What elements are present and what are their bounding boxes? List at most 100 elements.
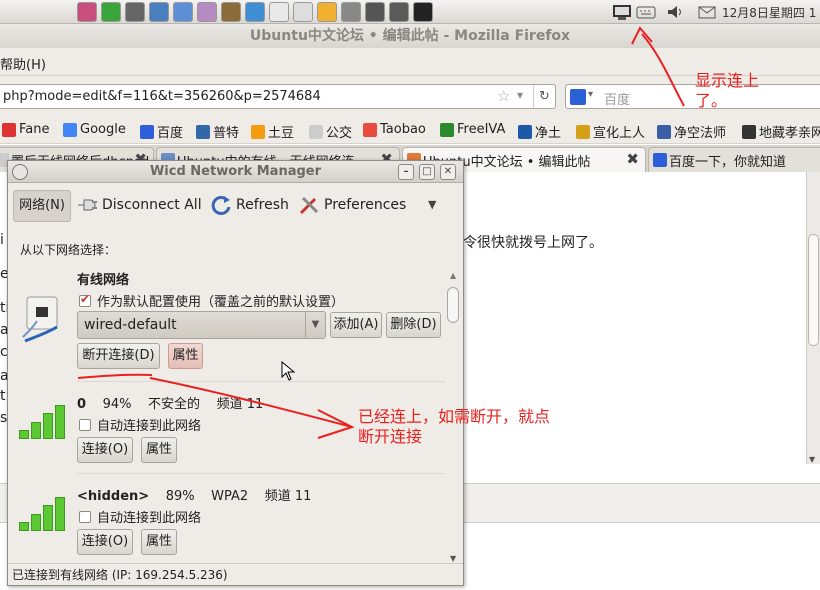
volume-icon[interactable]	[665, 3, 685, 21]
bookmark-3[interactable]: 普特	[196, 122, 239, 141]
baidu-engine-icon[interactable]: 🐾	[570, 89, 586, 105]
ethernet-icon	[22, 296, 58, 343]
tab-baidu[interactable]: 百度一下，你就知道	[648, 147, 820, 172]
add-profile-button[interactable]: 添加(A)	[330, 312, 382, 338]
default-profile-checkbox[interactable]: 作为默认配置使用（覆盖之前的默认设置）	[79, 291, 344, 310]
network-info: 0 94% 不安全的 频道 11	[77, 393, 263, 412]
console-icon[interactable]	[413, 2, 433, 22]
checkbox-box[interactable]	[79, 292, 91, 307]
channel: 频道 11	[264, 489, 312, 504]
bookmark-icon	[140, 124, 154, 139]
close-icon[interactable]: ✕	[440, 164, 456, 180]
app-icon[interactable]	[77, 2, 97, 22]
bookmark-8[interactable]: 净土	[518, 122, 561, 141]
wireless-properties-button[interactable]: 属性	[141, 529, 177, 555]
autoconnect-checkbox[interactable]: 自动连接到此网络	[79, 507, 201, 526]
photo-icon[interactable]	[149, 2, 169, 22]
bookmark-icon	[309, 124, 323, 139]
bookmark-icon	[363, 122, 377, 137]
search-placeholder: 百度	[604, 93, 631, 108]
monitor-icon[interactable]	[389, 2, 409, 22]
bookmark-icon	[440, 122, 454, 137]
search-bar[interactable]: 🐾 ▾ 百度	[565, 84, 820, 109]
mplayer-icon[interactable]	[293, 2, 313, 22]
wicd-window: Wicd Network Manager – □ ✕ 网络(N) Disconn…	[7, 160, 464, 586]
top-panel: 12月8日星期四 1	[0, 0, 820, 24]
bookmark-5[interactable]: 公交	[309, 122, 352, 141]
scroll-down-icon[interactable]: ▼	[809, 455, 815, 464]
mail-icon[interactable]	[697, 3, 717, 21]
menu-help[interactable]: 帮助(H)	[0, 54, 46, 73]
headphones-icon[interactable]	[317, 2, 337, 22]
checkbox-box[interactable]	[79, 418, 91, 431]
wicd-toolbar: 网络(N) Disconnect All Refresh Preferences…	[8, 184, 463, 228]
scroll-thumb[interactable]	[447, 287, 459, 323]
bookmark-10[interactable]: 净空法师	[657, 122, 726, 141]
bookmark-icon	[196, 124, 210, 139]
divider	[77, 381, 445, 382]
reload-icon[interactable]: ↻	[533, 85, 555, 108]
calculator-icon[interactable]	[341, 2, 361, 22]
network-name: 0	[77, 397, 87, 412]
scroll-down-icon[interactable]: ▼	[450, 554, 456, 563]
terminal-icon[interactable]	[365, 2, 385, 22]
package-icon[interactable]	[245, 2, 265, 22]
connect-button[interactable]: 连接(O)	[77, 529, 133, 555]
firefox-title-bar: Ubuntu中文论坛 • 编辑此帖 - Mozilla Firefox	[0, 24, 820, 48]
page-text-fragment: t	[0, 388, 6, 404]
signal-bars-icon	[19, 403, 69, 439]
disconnect-note: 已经连上，如需断开，就点 断开连接	[358, 407, 551, 446]
network-name: <hidden>	[77, 489, 150, 504]
bookmark-icon	[576, 124, 590, 139]
network-tray-icon[interactable]	[610, 3, 634, 21]
wicd-title-bar[interactable]: Wicd Network Manager – □ ✕	[8, 161, 463, 183]
refresh-button[interactable]: Refresh	[210, 192, 289, 218]
bookmark-6[interactable]: Taobao	[363, 122, 426, 137]
checkbox-box[interactable]	[79, 510, 91, 523]
bookmark-7[interactable]: FreeIVA	[440, 122, 505, 137]
bookmark-9[interactable]: 宣化上人	[576, 122, 645, 141]
maximize-icon[interactable]: □	[419, 164, 435, 180]
signal-bars-icon	[19, 495, 69, 531]
bookmark-icon	[657, 124, 671, 139]
network-menu-button[interactable]: 网络(N)	[13, 190, 71, 222]
mouse-cursor-icon	[281, 361, 295, 381]
clock[interactable]: 12月8日星期四 1	[722, 4, 816, 21]
bookmark-star-icon[interactable]: ☆	[497, 87, 510, 105]
books-icon[interactable]	[221, 2, 241, 22]
google-icon[interactable]	[101, 2, 121, 22]
disconnect-all-button[interactable]: Disconnect All	[76, 192, 202, 218]
people-icon[interactable]	[173, 2, 193, 22]
edit-icon[interactable]	[269, 2, 289, 22]
wired-title: 有线网络	[77, 273, 130, 288]
wired-properties-button[interactable]: 属性	[168, 343, 203, 369]
dropdown-arrow-icon[interactable]: ▾	[517, 88, 523, 102]
tool-icon[interactable]	[125, 2, 145, 22]
preferences-button[interactable]: Preferences	[298, 192, 406, 218]
person-icon[interactable]	[197, 2, 217, 22]
wired-profile-select[interactable]: wired-default ▼	[77, 311, 326, 339]
scroll-up-icon[interactable]: ▲	[450, 271, 456, 280]
disconnect-button[interactable]: 断开连接(D)	[77, 343, 160, 369]
toolbar-overflow-icon[interactable]: ▼	[428, 198, 436, 211]
wireless-properties-button[interactable]: 属性	[141, 437, 177, 463]
minimize-icon[interactable]: –	[398, 164, 414, 180]
wicd-icon	[12, 164, 28, 180]
engine-dropdown-icon[interactable]: ▾	[588, 89, 593, 100]
security-type: 不安全的	[148, 397, 201, 412]
keyboard-icon[interactable]	[636, 3, 656, 21]
autoconnect-checkbox[interactable]: 自动连接到此网络	[79, 415, 201, 434]
url-bar[interactable]: php?mode=edit&f=116&t=356260&p=2574684 ☆…	[0, 84, 556, 109]
bookmark-0[interactable]: Fane	[2, 122, 50, 137]
delete-profile-button[interactable]: 删除(D)	[386, 312, 441, 338]
scroll-thumb[interactable]	[808, 234, 819, 346]
bookmark-11[interactable]: 地藏孝亲网	[742, 122, 820, 141]
page-scrollbar[interactable]: ▼	[806, 172, 820, 464]
refresh-icon	[211, 195, 231, 215]
bookmark-4[interactable]: 土豆	[251, 122, 294, 141]
baidu-icon	[653, 153, 667, 167]
close-tab-icon[interactable]: ✖	[626, 150, 639, 168]
bookmark-1[interactable]: Google	[63, 122, 126, 137]
bookmark-2[interactable]: 百度	[140, 122, 183, 141]
connect-button[interactable]: 连接(O)	[77, 437, 133, 463]
